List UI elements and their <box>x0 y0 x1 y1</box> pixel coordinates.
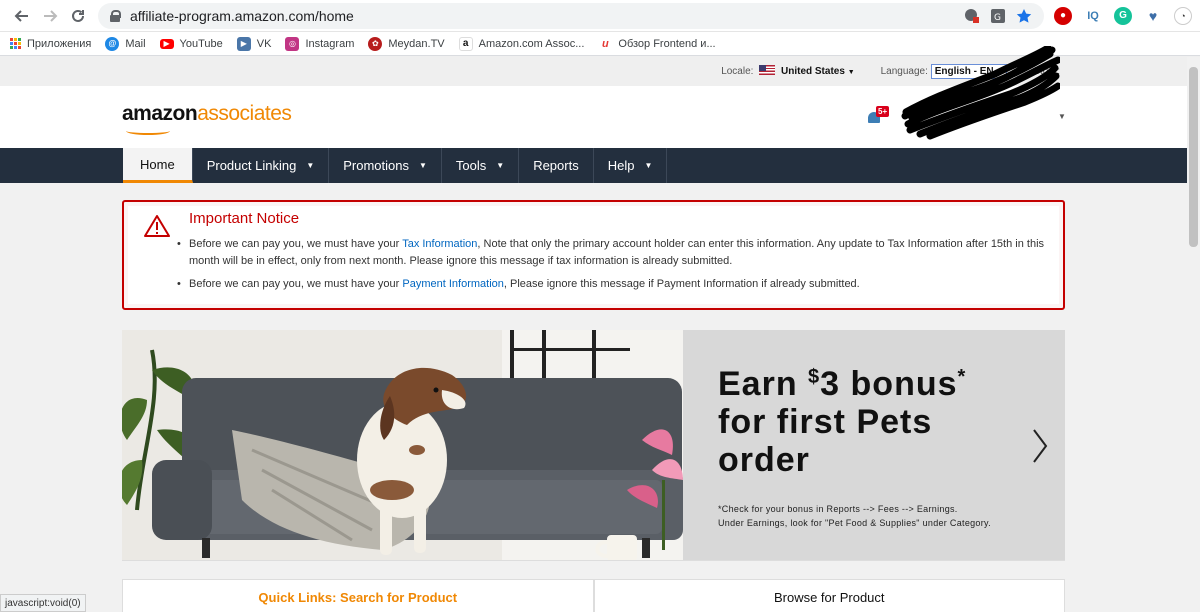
iq-extension-icon[interactable]: IQ <box>1084 6 1102 25</box>
bookmark-instagram[interactable]: ◎ Instagram <box>285 36 354 51</box>
warning-icon <box>144 215 170 237</box>
locale-bar: Locale: United States ▼ Language: Englis… <box>0 56 1200 86</box>
banner-fine-print: *Check for your bonus in Reports --> Fee… <box>718 504 991 528</box>
svg-text:G: G <box>994 13 1001 23</box>
reload-icon <box>72 9 84 22</box>
extensions-bar: ● IQ G ♥ ◔ <box>1054 6 1192 25</box>
caret-down-icon: ▼ <box>644 161 653 170</box>
lock-icon <box>110 9 121 22</box>
pet-photo <box>122 330 683 560</box>
nav-help[interactable]: Help ▼ <box>594 148 668 183</box>
arrow-right-icon <box>44 9 58 22</box>
bookmark-mail[interactable]: @ Mail <box>105 36 146 51</box>
main-nav: Home Product Linking ▼ Promotions ▼ Tools ▼… <box>0 148 1200 183</box>
back-button[interactable] <box>8 2 36 30</box>
caret-down-icon: ▼ <box>496 161 505 170</box>
nav-reports[interactable]: Reports <box>519 148 594 183</box>
amazon-associates-logo[interactable]: amazonassociates <box>122 102 292 126</box>
search-panels: Quick Links: Search for Product Browse f… <box>122 579 1065 612</box>
address-url: affiliate-program.amazon.com/home <box>130 7 354 24</box>
bookmark-meydan[interactable]: ✿ Meydan.TV <box>368 36 445 51</box>
arrow-left-icon <box>14 9 28 22</box>
adblock-icon[interactable]: ● <box>1054 6 1072 25</box>
site-header: amazonassociates 5+ ▼ <box>0 86 1200 148</box>
bookmark-frontend[interactable]: u Обзор Frontend и... <box>598 36 716 51</box>
bookmark-star-icon[interactable] <box>1016 8 1032 24</box>
scrollbar-thumb[interactable] <box>1189 67 1198 247</box>
browser-status-bar: javascript:void(0) <box>0 594 86 612</box>
notice-list: Before we can pay you, we must have your… <box>177 236 1049 293</box>
notification-bell-icon[interactable]: 5+ <box>866 106 890 126</box>
page-scrollbar[interactable] <box>1187 57 1200 612</box>
bookmark-vk[interactable]: ▶ VK <box>236 36 271 51</box>
notice-item-tax: Before we can pay you, we must have your… <box>177 236 1049 270</box>
apps-grid-icon <box>10 38 21 49</box>
notice-title: Important Notice <box>189 210 300 227</box>
notice-item-payment: Before we can pay you, we must have your… <box>177 276 1049 293</box>
locale-selector[interactable]: Locale: United States ▼ <box>721 65 855 77</box>
browse-product-panel[interactable]: Browse for Product <box>593 579 1065 612</box>
reload-button[interactable] <box>64 2 92 30</box>
vk-icon: ▶ <box>236 36 251 51</box>
instagram-icon: ◎ <box>285 36 300 51</box>
language-dropdown[interactable]: English - EN ▼ <box>930 63 1008 79</box>
bookmark-amazon[interactable]: a Amazon.com Assoc... <box>458 36 584 51</box>
grammarly-icon[interactable]: G <box>1114 6 1132 25</box>
profile-avatar[interactable]: ◔ <box>1174 6 1192 25</box>
promo-banner[interactable]: Earn $3 bonus* for first Pets order *Che… <box>122 330 1065 561</box>
tax-information-link[interactable]: Tax Information <box>402 238 477 250</box>
bookmark-apps[interactable]: Приложения <box>10 38 91 50</box>
address-bar[interactable]: affiliate-program.amazon.com/home G <box>98 2 1044 29</box>
amazon-icon: a <box>458 36 473 51</box>
caret-down-icon: ▼ <box>847 69 855 76</box>
account-caret-icon[interactable]: ▼ <box>1058 112 1066 121</box>
store-selector[interactable]: Store: <box>1033 66 1060 77</box>
heart-extension-icon[interactable]: ♥ <box>1144 6 1162 25</box>
forward-button[interactable] <box>36 2 64 30</box>
youtube-icon: ▶ <box>159 38 174 49</box>
browser-toolbar: affiliate-program.amazon.com/home G ● IQ… <box>0 0 1200 32</box>
caret-down-icon: ▼ <box>418 161 427 170</box>
chevron-right-icon[interactable] <box>1028 426 1052 466</box>
nav-promotions[interactable]: Promotions ▼ <box>329 148 442 183</box>
meydan-icon: ✿ <box>368 36 383 51</box>
language-selector[interactable]: Language: English - EN ▼ <box>881 63 1008 79</box>
mail-icon: @ <box>105 36 120 51</box>
translate-icon[interactable]: G <box>990 8 1006 24</box>
bookmarks-bar: Приложения @ Mail ▶ YouTube ▶ VK ◎ Insta… <box>0 32 1200 56</box>
bookmark-youtube[interactable]: ▶ YouTube <box>159 38 223 50</box>
logo-smile <box>126 127 170 135</box>
nav-tools[interactable]: Tools ▼ <box>442 148 520 183</box>
site-settings-icon[interactable] <box>964 8 980 24</box>
quick-links-panel[interactable]: Quick Links: Search for Product <box>122 579 594 612</box>
frontend-icon: u <box>598 36 613 51</box>
nav-product-linking[interactable]: Product Linking ▼ <box>193 148 330 183</box>
banner-headline: Earn $3 bonus* for first Pets order <box>718 365 967 479</box>
notification-badge: 5+ <box>876 106 890 117</box>
caret-down-icon: ▼ <box>306 161 315 170</box>
us-flag-icon <box>759 65 776 75</box>
important-notice: Important Notice Before we can pay you, … <box>122 200 1065 310</box>
payment-information-link[interactable]: Payment Information <box>402 278 504 290</box>
nav-home[interactable]: Home <box>123 148 193 183</box>
